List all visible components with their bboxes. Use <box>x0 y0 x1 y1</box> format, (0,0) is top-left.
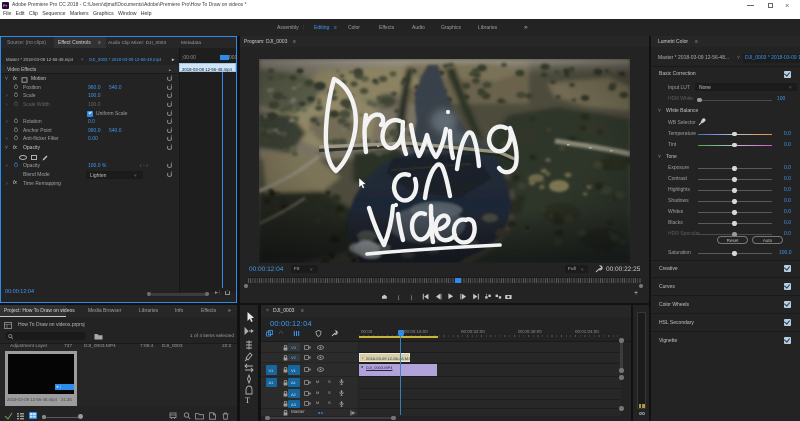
svg-text:{: { <box>398 295 400 301</box>
svg-text:}: } <box>411 295 413 301</box>
